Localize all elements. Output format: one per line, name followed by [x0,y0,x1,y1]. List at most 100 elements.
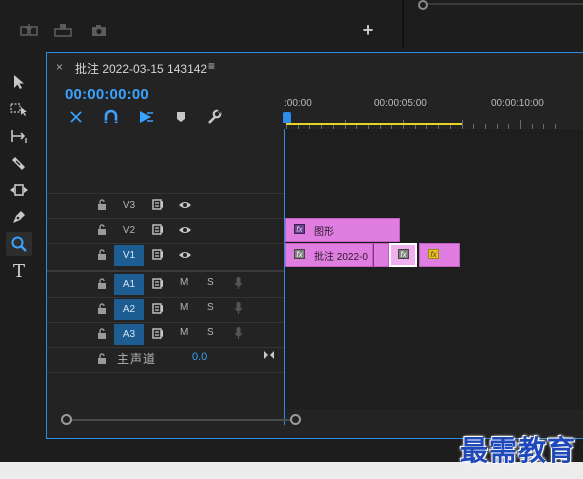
clip-v1-effect[interactable]: fx [419,243,460,267]
fx-badge: fx [398,249,409,259]
playhead-timecode[interactable]: 00:00:00:00 [65,86,149,103]
row-separator [47,193,284,194]
ripple-icon [11,130,27,143]
sync-lock-icon[interactable] [152,303,164,314]
track-select-tool[interactable] [6,97,32,121]
clip-v1-selected[interactable]: fx [389,243,417,267]
camera-icon[interactable] [88,20,110,40]
track-header-a3: A3 M S [47,322,284,347]
track-target-a1[interactable]: A1 [114,274,144,295]
top-scrollbar-handle[interactable] [418,0,428,10]
type-tool[interactable]: T [6,259,32,283]
track-area[interactable]: fx 图形 fx 批注 2022-0 fx fx [284,129,583,425]
slip-icon [10,184,28,196]
eye-icon[interactable] [178,225,192,235]
lock-icon[interactable] [97,328,107,340]
lock-icon[interactable] [97,249,107,261]
wrench-icon[interactable] [204,107,224,127]
panel-menu-button[interactable]: ≡ [208,59,215,73]
ruler-label: :00:00 [284,98,312,109]
row-separator [47,243,284,244]
clip-label: 图形 [314,227,334,238]
microphone-icon[interactable] [234,326,243,340]
track-header-a1: A1 M S [47,272,284,297]
mute-button[interactable]: M [180,277,188,288]
track-header-v2: V2 [47,218,284,243]
lift-icon[interactable] [52,20,74,40]
mute-button[interactable]: M [180,327,188,338]
track-target-v1[interactable]: V1 [114,245,144,266]
clip-label: 批注 2022-0 [314,252,368,263]
razor-tool[interactable] [6,151,32,175]
timeline-panel: × 批注 2022-03-15 143142 ≡ 00:00:00:00 :00… [46,52,583,439]
nest-toggle-icon[interactable] [66,107,86,127]
playhead-handle[interactable] [283,112,291,123]
timeline-tab-bar: × 批注 2022-03-15 143142 ≡ [47,53,583,81]
snap-icon[interactable] [101,107,121,127]
linked-selection-icon[interactable] [136,107,156,127]
work-area-bar[interactable] [286,123,462,125]
time-ruler[interactable]: :00:00 00:00:05:00 00:00:10:00 [283,93,583,129]
fx-badge: fx [294,249,305,259]
ripple-edit-tool[interactable] [6,124,32,148]
sync-lock-icon[interactable] [152,224,164,235]
clip-v1-screenshot[interactable]: fx 批注 2022-0 [285,243,373,267]
sync-lock-icon[interactable] [152,199,164,210]
selection-tool[interactable] [6,70,32,94]
tools-panel: T [0,52,44,438]
export-frame-icon[interactable] [18,20,40,40]
lock-icon[interactable] [97,353,107,365]
pen-tool[interactable] [6,205,32,229]
eye-icon[interactable] [178,200,192,210]
ruler-label: 00:00:10:00 [491,98,544,109]
zoom-scrollbar-track[interactable] [67,419,296,421]
razor-icon [12,157,25,170]
sequence-title[interactable]: 批注 2022-03-15 143142 [75,60,207,77]
mute-button[interactable]: M [180,302,188,313]
clip-v2-graphic[interactable]: fx 图形 [285,218,400,242]
eye-icon[interactable] [178,250,192,260]
row-separator [47,322,284,323]
pen-icon [13,211,25,223]
sync-lock-icon[interactable] [152,328,164,339]
sync-lock-icon[interactable] [152,249,164,260]
track-target-a3[interactable]: A3 [114,324,144,345]
track-target-v2[interactable]: V2 [114,220,144,241]
track-resize-icon[interactable] [263,350,275,360]
zoom-scrollbar-left-handle[interactable] [61,414,72,425]
row-separator [47,372,284,373]
solo-button[interactable]: S [207,277,214,288]
microphone-icon[interactable] [234,301,243,315]
clip-v1-gap[interactable] [373,243,389,267]
lock-icon[interactable] [97,199,107,211]
panel-divider [402,0,404,48]
zoom-tool[interactable] [6,232,32,256]
lock-icon[interactable] [97,224,107,236]
track-header-a2: A2 M S [47,297,284,322]
zoom-scrollbar-right-handle[interactable] [290,414,301,425]
track-target-a2[interactable]: A2 [114,299,144,320]
fx-badge: fx [428,249,439,259]
fx-badge: fx [294,224,305,234]
add-marker-icon[interactable] [171,107,191,127]
master-volume-value[interactable]: 0.0 [192,351,207,363]
lock-icon[interactable] [97,278,107,290]
top-scrollbar-track[interactable] [420,3,583,5]
ruler-tick [520,120,521,129]
lock-icon[interactable] [97,303,107,315]
track-header-v3: V3 [47,193,284,218]
track-forward-icon [10,103,27,116]
solo-button[interactable]: S [207,302,214,313]
watermark-logo: 最需教育 [460,434,577,467]
master-track-label: 主声道 [117,352,157,366]
track-target-v3[interactable]: V3 [114,195,144,216]
sync-lock-icon[interactable] [152,278,164,289]
track-header-master [47,347,284,372]
slip-tool[interactable] [6,178,32,202]
magnifier-icon [11,236,27,252]
add-button[interactable]: + [358,20,378,40]
playhead-line[interactable] [284,129,285,425]
solo-button[interactable]: S [207,327,214,338]
close-tab-button[interactable]: × [56,60,63,74]
microphone-icon[interactable] [234,276,243,290]
